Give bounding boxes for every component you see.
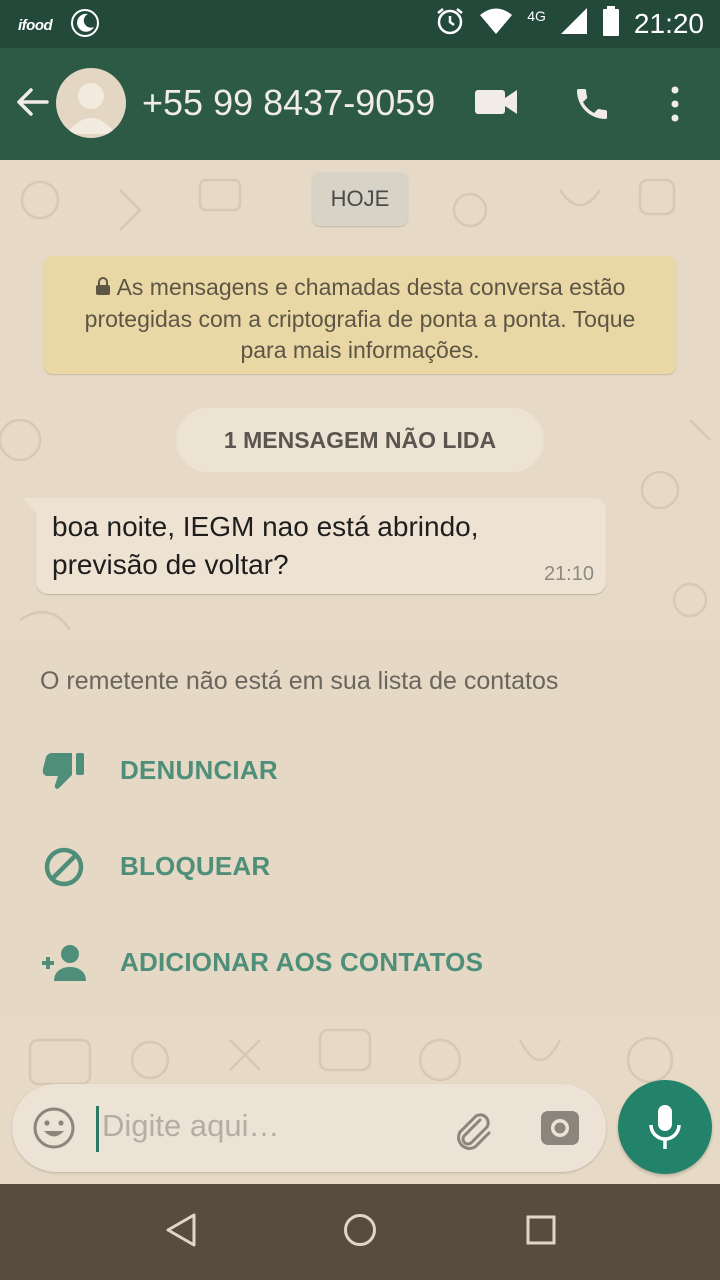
alarm-icon (435, 6, 465, 41)
status-bar: ifood 4G 21:20 (0, 0, 720, 48)
encryption-notice[interactable]: As mensagens e chamadas desta conversa e… (44, 256, 676, 374)
unread-banner: 1 MENSAGEM NÃO LIDA (176, 408, 544, 472)
video-call-icon[interactable] (474, 84, 518, 125)
block-label: BLOQUEAR (120, 851, 271, 881)
moon-icon (70, 8, 100, 43)
text-caret (96, 1106, 99, 1152)
attach-icon[interactable] (450, 1106, 494, 1155)
home-circle-icon[interactable] (342, 1212, 378, 1253)
system-nav-bar (0, 1184, 720, 1280)
report-button[interactable]: DENUNCIAR (0, 725, 720, 815)
phone-icon[interactable] (572, 84, 612, 129)
message-text: boa noite, IEGM nao está abrindo, previs… (52, 511, 479, 580)
mic-button[interactable] (618, 1080, 712, 1174)
avatar[interactable] (56, 68, 126, 138)
back-triangle-icon[interactable] (164, 1212, 198, 1253)
report-label: DENUNCIAR (120, 755, 278, 785)
block-button[interactable]: BLOQUEAR (0, 821, 720, 911)
ifood-icon: ifood (18, 17, 53, 34)
back-arrow-icon[interactable] (14, 84, 50, 125)
avatar-placeholder-icon (66, 83, 116, 134)
thumb-down-icon (40, 747, 88, 795)
more-vert-icon[interactable] (664, 84, 686, 129)
clock: 21:20 (633, 7, 704, 39)
chat-area[interactable]: HOJE As mensagens e chamadas desta conve… (0, 160, 720, 1184)
add-contact-button[interactable]: ADICIONAR AOS CONTATOS (0, 917, 720, 1007)
lock-icon (95, 273, 111, 304)
contact-name[interactable]: +55 99 8437-9059 (142, 82, 435, 124)
encryption-notice-text: As mensagens e chamadas desta conversa e… (84, 274, 636, 363)
recents-square-icon[interactable] (524, 1212, 558, 1253)
add-contact-label: ADICIONAR AOS CONTATOS (120, 947, 484, 977)
message-time: 21:10 (543, 563, 594, 585)
network-type: 4G (527, 7, 546, 24)
mic-icon (649, 1105, 681, 1149)
message-input[interactable]: Digite aqui… (102, 1108, 279, 1144)
bubble-tail (22, 498, 38, 514)
unknown-sender-note: O remetente não está em sua lista de con… (40, 667, 559, 695)
add-person-icon (40, 939, 88, 987)
signal-icon (560, 7, 588, 40)
message-bubble[interactable]: boa noite, IEGM nao está abrindo, previs… (22, 498, 606, 594)
emoji-icon[interactable] (32, 1106, 76, 1155)
camera-icon[interactable] (538, 1106, 582, 1155)
unknown-sender-panel: O remetente não está em sua lista de con… (0, 635, 720, 1017)
message-composer[interactable]: Digite aqui… (12, 1084, 606, 1172)
app-bar: +55 99 8437-9059 (0, 48, 720, 160)
wifi-icon (479, 7, 513, 40)
battery-icon (602, 6, 620, 41)
block-icon (40, 843, 88, 891)
date-chip: HOJE (312, 172, 408, 226)
